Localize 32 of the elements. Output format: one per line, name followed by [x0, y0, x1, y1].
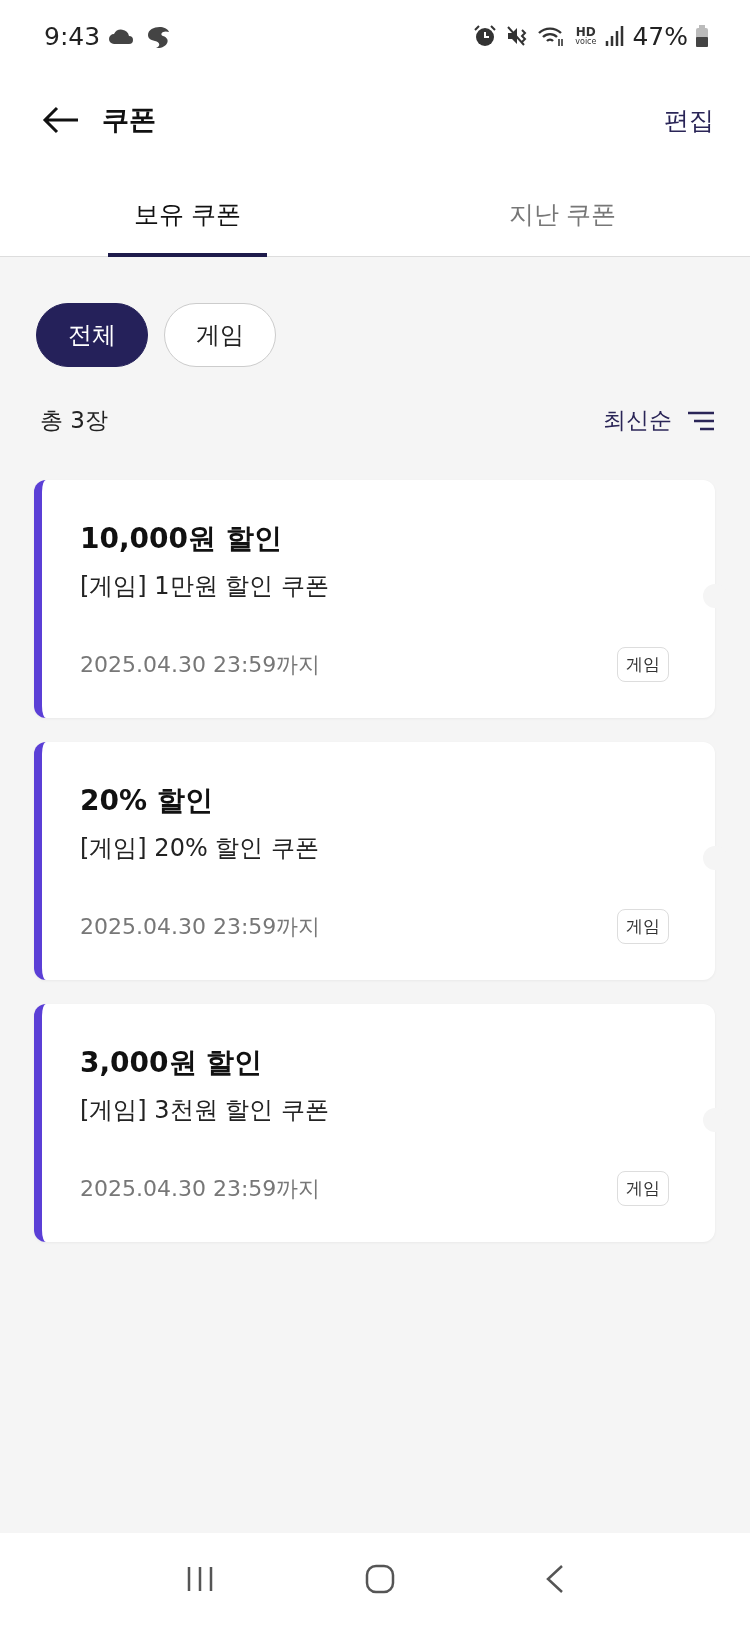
coupon-expiry: 2025.04.30 23:59까지: [80, 650, 322, 679]
coupon-tag: 게임: [617, 909, 669, 944]
coupon-expiry: 2025.04.30 23:59까지: [80, 1174, 322, 1203]
coupon-title: 3,000원 할인: [80, 1045, 264, 1081]
signal-icon: [604, 26, 625, 46]
coupon-expiry: 2025.04.30 23:59까지: [80, 912, 322, 941]
coupon-title: 10,000원 할인: [80, 521, 283, 557]
sort-icon: [688, 410, 714, 431]
coupon-count: 총 3장: [40, 406, 109, 435]
filter-chip[interactable]: 전체: [36, 303, 148, 367]
coupon-tag: 게임: [617, 1171, 669, 1206]
hd-label: HD: [575, 26, 596, 38]
battery-percent: 47%: [632, 21, 688, 51]
recent-apps-button[interactable]: [185, 1566, 215, 1592]
back-button[interactable]: [42, 106, 80, 134]
filter-chip[interactable]: 게임: [164, 303, 276, 367]
back-nav-button[interactable]: [545, 1564, 565, 1594]
edit-link[interactable]: 편집: [664, 103, 714, 137]
tab[interactable]: 지난 쿠폰: [482, 178, 643, 257]
alarm-icon: [473, 24, 498, 48]
coupon-name: [게임] 1만원 할인 쿠폰: [80, 571, 330, 602]
coupon-title: 20% 할인: [80, 783, 214, 819]
page-title: 쿠폰: [102, 103, 157, 137]
tab[interactable]: 보유 쿠폰: [107, 178, 268, 257]
coupon-name: [게임] 20% 할인 쿠폰: [80, 833, 320, 864]
voice-label: voice: [575, 38, 597, 46]
coupon-tag: 게임: [617, 647, 669, 682]
sort-button[interactable]: 최신순: [603, 405, 714, 436]
home-button[interactable]: [365, 1564, 395, 1594]
coupon-name: [게임] 3천원 할인 쿠폰: [80, 1095, 330, 1126]
battery-icon: [696, 25, 708, 47]
status-time: 9:43: [44, 21, 101, 51]
